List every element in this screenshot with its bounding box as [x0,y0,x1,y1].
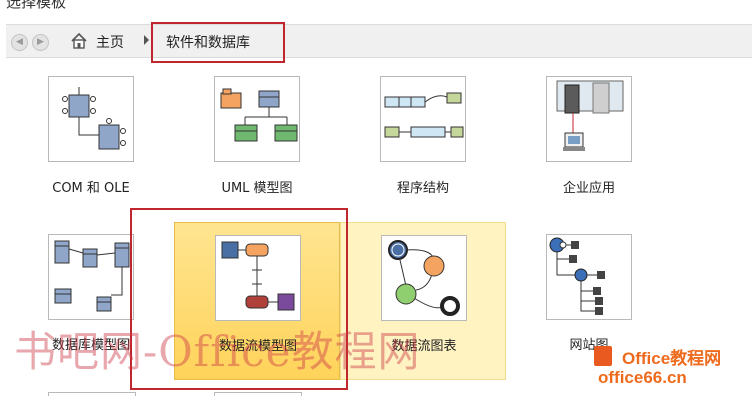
database-model-icon [48,234,134,320]
template-label: COM 和 OLE [52,181,130,196]
logo-url: office66.cn [598,368,687,387]
watermark: 书吧网-Office教程网 [14,327,421,376]
uml-diagram-icon [214,76,300,162]
breadcrumb-home[interactable]: 主页 [96,32,124,52]
com-ole-diagram-icon [48,76,134,162]
template-label: UML 模型图 [221,181,293,196]
template-com-ole[interactable]: COM 和 OLE [8,66,174,224]
home-icon[interactable] [70,32,88,50]
template-uml[interactable]: UML 模型图 [174,66,340,224]
template-thumbnail-partial[interactable] [214,392,302,396]
breadcrumb-separator-icon [144,35,149,45]
dialog-title-strip: 选择模板 [0,0,752,14]
logo-name: Office教程网 [622,349,722,368]
breadcrumb-highlight-box [151,22,285,63]
template-enterprise-application[interactable]: 企业应用 [506,66,672,224]
template-label: 企业应用 [562,181,615,196]
program-structure-icon [380,76,466,162]
website-map-icon [546,234,632,320]
forward-arrow-icon[interactable]: ▶ [32,34,49,51]
back-arrow-icon[interactable]: ◀ [11,34,28,51]
office-logo-icon [594,346,612,366]
template-program-structure[interactable]: 程序结构 [340,66,506,224]
breadcrumb-bar: ◀ ▶ 主页 软件和数据库 [6,24,752,58]
dialog-title: 选择模板 [6,0,67,11]
template-label: 程序结构 [396,181,449,196]
template-thumbnail-partial[interactable] [48,392,136,396]
data-flow-diagram-icon [381,235,467,321]
enterprise-application-icon [546,76,632,162]
